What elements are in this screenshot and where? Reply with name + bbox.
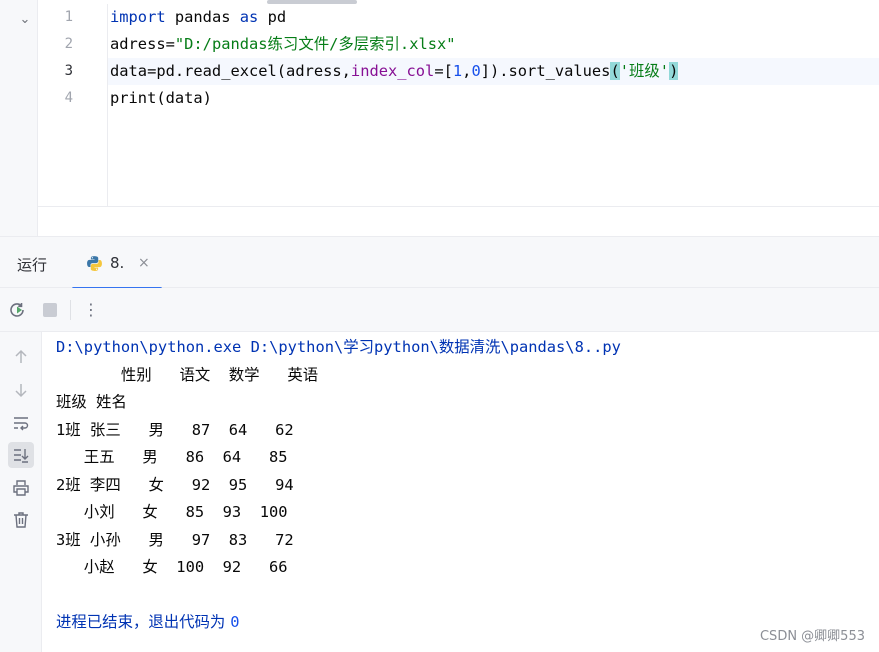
console-output-line: 3班 小孙 男 97 83 72 xyxy=(56,530,294,549)
stop-icon[interactable] xyxy=(40,300,60,320)
toolbar-separator xyxy=(70,300,71,320)
code-token: "D:/pandas练习文件/多层索引.xlsx" xyxy=(174,35,456,53)
line-number: 4 xyxy=(64,90,73,106)
console-output-line: 班级 姓名 xyxy=(56,393,276,411)
run-window-title: 运行 xyxy=(17,256,48,274)
code-token: =[ xyxy=(434,62,453,80)
code-token: data=pd.read_excel(adress, xyxy=(110,62,351,80)
console-output[interactable]: D:\python\python.exe D:\python\学习python\… xyxy=(42,332,879,652)
code-line[interactable]: adress="D:/pandas练习文件/多层索引.xlsx" xyxy=(108,31,879,58)
console-output-line: 王五 男 86 64 85 xyxy=(56,448,288,466)
code-token: 1 xyxy=(452,62,463,80)
line-number-current: 3 xyxy=(64,63,73,79)
code-token: import xyxy=(110,8,166,26)
code-token: as xyxy=(239,8,259,26)
run-toolbar: ⋮ xyxy=(0,288,879,332)
fold-gutter: ⌄ xyxy=(0,0,38,236)
code-token: ) xyxy=(669,62,679,80)
code-token: adress= xyxy=(110,35,175,53)
soft-wrap-icon[interactable] xyxy=(8,410,34,436)
console-output-line: 小赵 女 100 92 66 xyxy=(56,558,288,576)
exit-code: 0 xyxy=(230,613,240,631)
run-tab-label: 8. xyxy=(110,254,125,272)
rerun-icon[interactable] xyxy=(8,300,28,320)
line-number: 2 xyxy=(64,36,73,52)
close-icon[interactable]: × xyxy=(138,255,150,271)
more-options-icon[interactable]: ⋮ xyxy=(81,300,101,320)
line-number: 1 xyxy=(64,9,73,25)
run-config-tab[interactable]: 8. × xyxy=(72,237,162,290)
code-token: 0 xyxy=(471,62,481,80)
arrow-down-icon[interactable] xyxy=(8,377,34,403)
exit-message: 进程已结束，退出代码为 xyxy=(56,613,231,631)
code-token: ]).sort_values xyxy=(480,62,611,80)
fold-chevron-icon[interactable]: ⌄ xyxy=(18,13,32,27)
console-side-toolbar xyxy=(0,332,42,652)
console-exit-line: 进程已结束，退出代码为 0 xyxy=(56,609,879,637)
console-output-line: 性别 语文 数学 英语 xyxy=(56,365,319,384)
watermark: CSDN @卿卿553 xyxy=(759,629,865,644)
code-line[interactable]: print(data) xyxy=(108,85,879,112)
console-output-line: 1班 张三 男 87 64 62 xyxy=(56,420,294,439)
python-icon xyxy=(87,256,102,271)
run-tool-window-header: 运行 8. × xyxy=(0,236,879,290)
code-line[interactable]: data=pd.read_excel(adress,index_col=[1,0… xyxy=(108,58,879,85)
print-icon[interactable] xyxy=(8,475,34,501)
trash-icon[interactable] xyxy=(8,507,34,533)
arrow-up-icon[interactable] xyxy=(8,344,34,370)
code-token: pandas xyxy=(165,8,240,26)
scroll-to-end-icon[interactable] xyxy=(8,442,34,468)
console-output-line: 小刘 女 85 93 100 xyxy=(56,503,288,521)
code-token: '班级' xyxy=(619,62,670,80)
code-token: pd xyxy=(258,8,287,26)
code-token: ( xyxy=(610,62,620,80)
editor-empty-area xyxy=(38,206,879,236)
code-token: print(data) xyxy=(110,89,212,107)
console-output-line: 2班 李四 女 92 95 94 xyxy=(56,475,294,494)
code-token: index_col xyxy=(350,62,435,80)
console-command-line: D:\python\python.exe D:\python\学习python\… xyxy=(56,338,621,356)
code-line[interactable]: import pandas as pd xyxy=(108,4,879,31)
line-number-gutter: 1 2 3 4 xyxy=(38,4,108,207)
